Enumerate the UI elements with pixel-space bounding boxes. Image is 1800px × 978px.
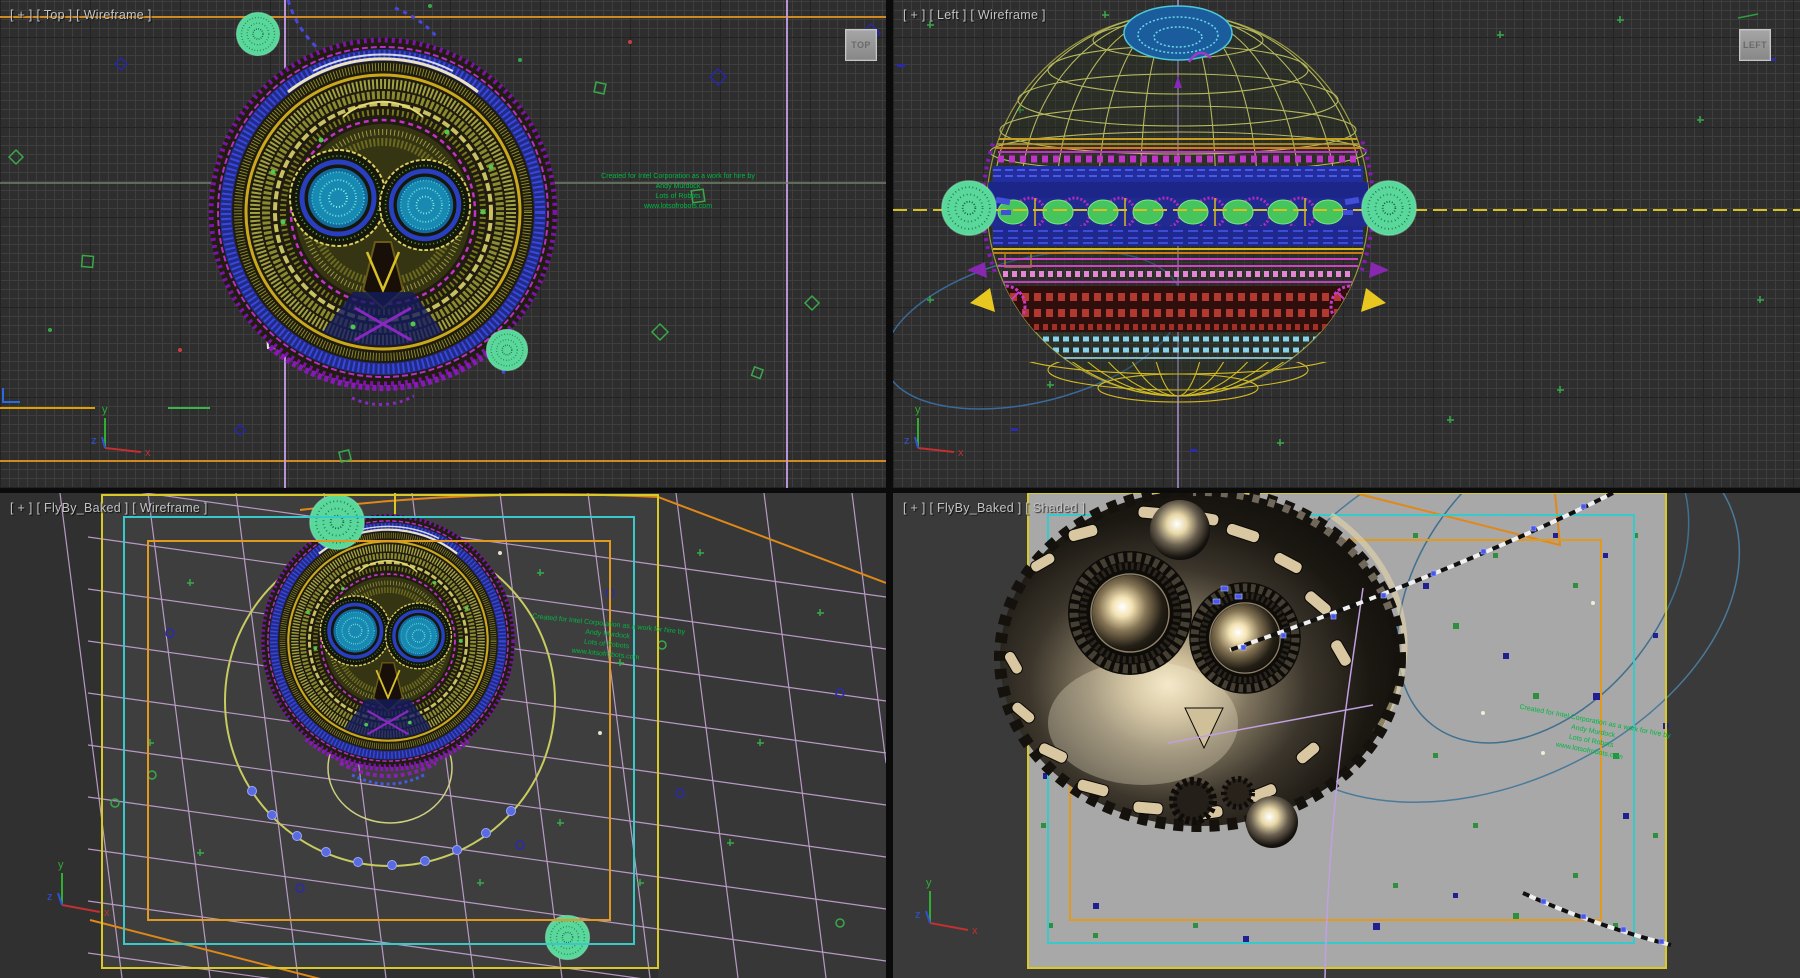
viewport-flyby-wireframe-label[interactable]: [ + ] [ FlyBy_Baked ] [ Wireframe ] [10, 501, 208, 515]
viewport-left-canvas[interactable]: y x z [893, 0, 1800, 488]
svg-text:y: y [102, 404, 108, 416]
viewcube-top[interactable]: TOP [845, 29, 877, 61]
axis-triad: y x z [47, 859, 110, 919]
green-particle-sphere[interactable] [545, 915, 589, 959]
svg-text:x: x [972, 925, 978, 937]
machine-sphere-camera-view[interactable] [261, 514, 514, 769]
outside-frame-right [658, 493, 886, 978]
svg-text:y: y [58, 859, 64, 871]
axis-triad: y x z [904, 404, 964, 459]
svg-text:x: x [104, 907, 110, 919]
green-particle-sphere[interactable] [236, 12, 279, 55]
viewport-top-label[interactable]: [ + ] [ Top ] [ Wireframe ] [10, 8, 152, 22]
svg-text:x: x [958, 447, 964, 459]
viewport-flyby-shaded-label[interactable]: [ + ] [ FlyBy_Baked ] [ Shaded ] [903, 501, 1085, 515]
svg-text:z: z [904, 435, 910, 447]
viewport-flyby-wireframe[interactable]: [ + ] [ FlyBy_Baked ] [ Wireframe ] [0, 493, 886, 978]
viewcube-left[interactable]: LEFT [1739, 29, 1771, 61]
watermark-text: Created for Intel Corporation as a work … [592, 172, 764, 212]
green-particle-sphere[interactable] [942, 181, 996, 235]
viewport-flyby-shaded[interactable]: [ + ] [ FlyBy_Baked ] [ Shaded ] [893, 493, 1800, 978]
svg-text:y: y [915, 404, 921, 416]
axis-triad: y x z [91, 404, 151, 459]
svg-text:z: z [915, 909, 921, 921]
eye-socket-left [1068, 551, 1192, 675]
axis-triad: y x z [915, 877, 978, 937]
shiny-satellite-sphere[interactable] [1150, 500, 1210, 560]
green-particle-sphere[interactable] [486, 329, 527, 370]
svg-text:z: z [91, 435, 97, 447]
viewport-flyby-wireframe-canvas[interactable]: y x z [0, 493, 886, 978]
green-particle-sphere[interactable] [1362, 181, 1416, 235]
machine-sphere-side-view[interactable] [967, 6, 1389, 402]
equator-machinery-bands [985, 139, 1371, 358]
apex-dome [1124, 6, 1232, 60]
svg-text:y: y [926, 877, 932, 889]
svg-text:z: z [47, 891, 53, 903]
svg-text:x: x [145, 447, 151, 459]
viewport-top[interactable]: [ + ] [ Top ] [ Wireframe ] TOP [0, 0, 886, 488]
viewport-left-label[interactable]: [ + ] [ Left ] [ Wireframe ] [903, 8, 1046, 22]
viewport-top-canvas[interactable]: y x z [0, 0, 886, 488]
viewport-left[interactable]: [ + ] [ Left ] [ Wireframe ] LEFT [893, 0, 1800, 488]
shiny-satellite-sphere[interactable] [1246, 796, 1298, 848]
